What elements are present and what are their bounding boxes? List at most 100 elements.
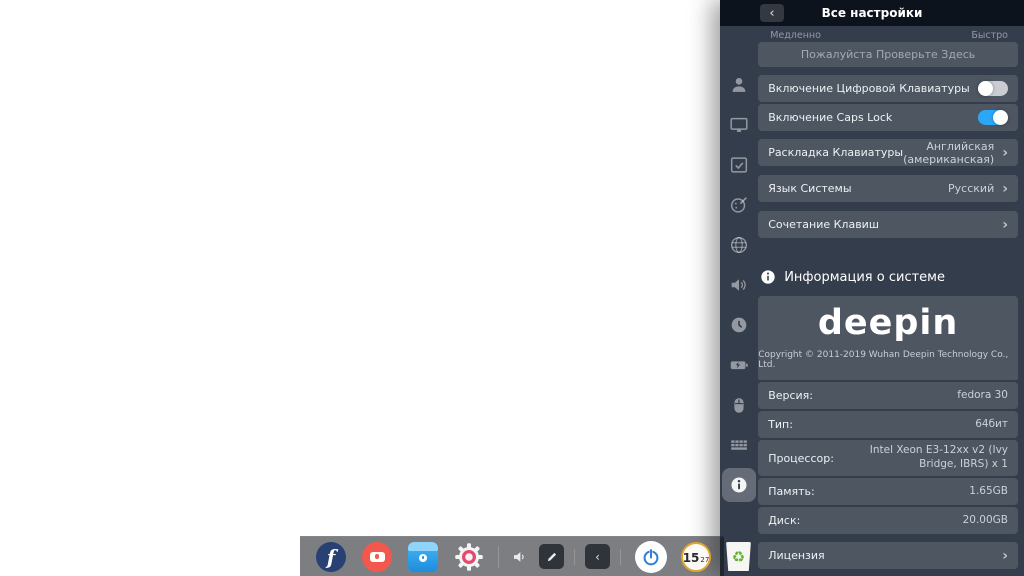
input-method-tray-icon[interactable] <box>539 544 564 569</box>
copyright-text: Copyright © 2011-2019 Wuhan Deepin Techn… <box>758 350 1018 370</box>
keyboard-icon <box>728 434 750 456</box>
capslock-toggle-row: Включение Caps Lock <box>758 104 1018 131</box>
sidebar-item-keyboard[interactable] <box>727 433 751 457</box>
monitor-icon <box>728 114 750 136</box>
keyboard-layout-row[interactable]: Раскладка Клавиатуры Английская (америка… <box>758 139 1018 166</box>
dock: f <box>300 536 724 576</box>
chevron-right-icon: › <box>1002 182 1008 196</box>
settings-content: Медленно Быстро Пожалуйста Проверьте Зде… <box>758 26 1024 576</box>
spec-memory-value: 1.65GB <box>969 485 1008 499</box>
sidebar-item-power[interactable] <box>727 353 751 377</box>
system-info-title: Информация о системе <box>784 270 945 285</box>
dock-separator <box>498 546 499 568</box>
dock-separator <box>620 549 621 565</box>
camera-icon <box>370 552 385 562</box>
desktop: ‹ Все настройки <box>0 0 1024 576</box>
capslock-toggle-label: Включение Caps Lock <box>768 111 892 124</box>
chevron-right-icon: › <box>1002 218 1008 232</box>
trash-icon[interactable]: ♻ <box>725 542 752 571</box>
capslock-toggle[interactable] <box>978 110 1008 125</box>
clock-plugin[interactable]: 15 27 <box>681 542 711 572</box>
deepin-branding-card: deepin Copyright © 2011-2019 Wuhan Deepi… <box>758 296 1018 380</box>
clock-minutes: 27 <box>700 557 709 564</box>
back-icon: ‹ <box>769 7 774 20</box>
spec-disk-row: Диск: 20.00GB <box>758 507 1018 534</box>
license-label: Лицензия <box>768 549 824 562</box>
window-check-icon <box>728 154 750 176</box>
sidebar-item-display[interactable] <box>727 113 751 137</box>
spec-version-label: Версия: <box>768 389 813 402</box>
fedora-launcher-icon[interactable]: f <box>316 542 346 572</box>
tray-collapse-button[interactable]: ‹ <box>585 544 610 569</box>
battery-icon <box>728 354 750 376</box>
spec-version-value: fedora 30 <box>957 389 1008 403</box>
spec-type-label: Тип: <box>768 418 793 431</box>
spec-disk-value: 20.00GB <box>963 514 1008 528</box>
recycle-glyph: ♻ <box>732 548 745 566</box>
shortcuts-row[interactable]: Сочетание Клавиш › <box>758 211 1018 238</box>
clock-hours: 15 <box>683 552 700 564</box>
sidebar-item-sound[interactable] <box>727 273 751 297</box>
slider-label-slow: Медленно <box>770 30 821 42</box>
numpad-toggle[interactable] <box>978 81 1008 96</box>
shortcuts-label: Сочетание Клавиш <box>768 218 879 231</box>
keyboard-layout-value: Английская (американская) <box>903 140 1002 166</box>
screen-recorder-icon[interactable] <box>362 542 392 572</box>
info-icon <box>729 475 749 495</box>
sidebar-item-system-info[interactable] <box>722 468 756 502</box>
power-icon <box>640 546 662 568</box>
sidebar-item-network[interactable] <box>727 233 751 257</box>
volume-tray-icon[interactable] <box>511 548 529 566</box>
settings-sidebar <box>720 26 758 576</box>
spec-memory-row: Память: 1.65GB <box>758 478 1018 505</box>
numpad-toggle-label: Включение Цифровой Клавиатуры <box>768 82 970 95</box>
keyboard-test-input[interactable]: Пожалуйста Проверьте Здесь <box>758 42 1018 67</box>
repeat-rate-slider-labels: Медленно Быстро <box>770 30 1008 42</box>
file-manager-icon[interactable] <box>408 542 438 572</box>
chevron-right-icon: › <box>1002 549 1008 563</box>
system-language-row[interactable]: Язык Системы Русский › <box>758 175 1018 202</box>
system-info-section-header: Информация о системе <box>760 268 1018 286</box>
info-icon <box>760 269 776 285</box>
panel-title: Все настройки <box>822 6 923 20</box>
toggle-knob <box>978 81 993 96</box>
globe-icon <box>728 234 750 256</box>
spec-version-row: Версия: fedora 30 <box>758 382 1018 409</box>
keyboard-layout-label: Раскладка Клавиатуры <box>768 146 903 159</box>
sidebar-item-mouse[interactable] <box>727 393 751 417</box>
user-icon <box>728 74 750 96</box>
chevron-left-icon: ‹ <box>595 550 600 564</box>
sidebar-item-default-apps[interactable] <box>727 153 751 177</box>
sidebar-item-time-date[interactable] <box>727 313 751 337</box>
panel-header: ‹ Все настройки <box>720 0 1024 26</box>
speaker-icon <box>728 274 750 296</box>
chevron-right-icon: › <box>1002 146 1008 160</box>
spec-memory-label: Память: <box>768 485 815 498</box>
control-center-panel: ‹ Все настройки <box>720 0 1024 576</box>
test-input-placeholder: Пожалуйста Проверьте Здесь <box>801 48 975 61</box>
sidebar-item-accounts[interactable] <box>727 73 751 97</box>
dock-separator <box>574 549 575 565</box>
spec-disk-label: Диск: <box>768 514 800 527</box>
spec-processor-label: Процессор: <box>768 452 834 465</box>
control-center-icon[interactable] <box>454 542 484 572</box>
spec-processor-row: Процессор: Intel Xeon E3-12xx v2 (Ivy Br… <box>758 440 1018 476</box>
spec-processor-value: Intel Xeon E3-12xx v2 (Ivy Bridge, IBRS)… <box>850 444 1008 471</box>
slider-label-fast: Быстро <box>971 30 1008 42</box>
license-row[interactable]: Лицензия › <box>758 542 1018 569</box>
file-manager-badge <box>419 554 427 562</box>
pen-icon <box>545 550 559 564</box>
numpad-toggle-row: Включение Цифровой Клавиатуры <box>758 75 1018 102</box>
clock-icon <box>728 314 750 336</box>
deepin-logo: deepin <box>818 306 959 341</box>
spec-type-row: Тип: 64бит <box>758 411 1018 438</box>
fedora-glyph: f <box>327 545 336 569</box>
back-button[interactable]: ‹ <box>760 4 784 22</box>
toggle-knob <box>993 110 1008 125</box>
gear-icon <box>454 542 484 572</box>
system-language-value: Русский <box>948 182 1002 195</box>
palette-icon <box>728 194 750 216</box>
shutdown-button[interactable] <box>635 541 667 573</box>
mouse-icon <box>728 394 750 416</box>
sidebar-item-personalization[interactable] <box>727 193 751 217</box>
